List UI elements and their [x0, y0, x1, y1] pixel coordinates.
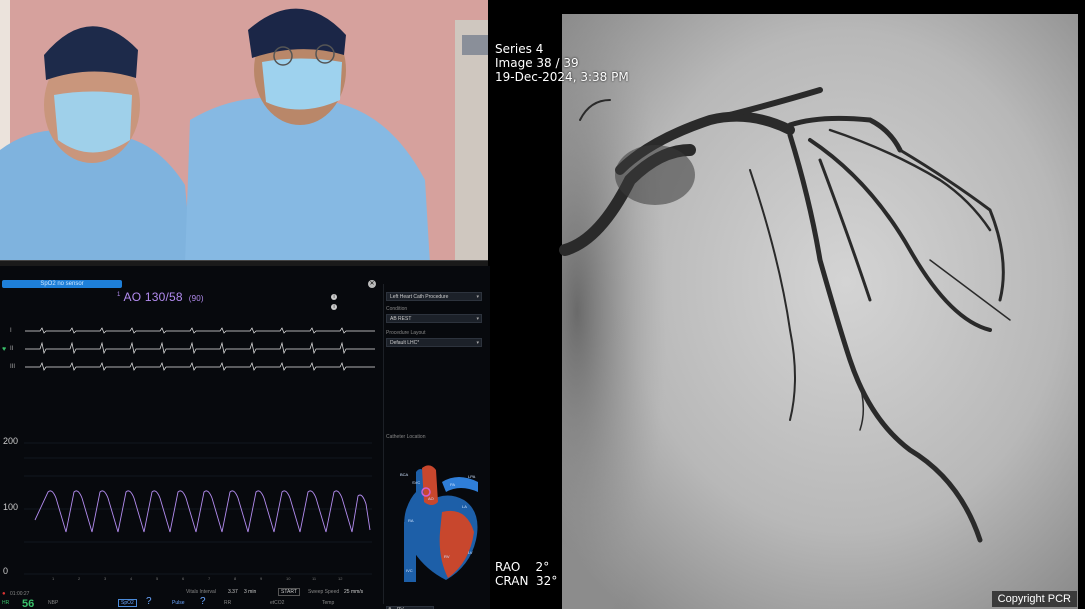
info-icon[interactable]: i [331, 294, 337, 300]
bp-value: AO 130/58 [123, 290, 183, 304]
procedure-layout-label: Procedure Layout [386, 330, 426, 336]
etco2-label: etCO2 [270, 600, 285, 606]
image-counter: Image 38 / 39 [495, 56, 579, 70]
ecg-traces [25, 327, 375, 371]
procedure-layout-select[interactable]: Default LHC* [386, 338, 482, 347]
pressure-scale-100: 100 [3, 502, 19, 512]
x-tick: 2 [78, 576, 81, 581]
vitals-interval-label: Vitals Interval [186, 589, 216, 595]
pressure-waveform-area: 200 100 0 1 2 3 4 5 6 7 8 9 10 11 12 [0, 434, 380, 584]
lead-label-i: I [10, 328, 12, 334]
record-icon[interactable]: ● [2, 591, 6, 597]
heart-label-ivc: IVC [406, 568, 413, 573]
aortic-pressure-trace [34, 490, 371, 533]
heart-label-svc: SVC [412, 480, 420, 485]
copyright-badge: Copyright PCR [991, 591, 1077, 607]
x-tick: 4 [130, 576, 133, 581]
condition-label: Condition [386, 306, 408, 312]
sweep-speed-label: Sweep Speed [308, 589, 340, 595]
x-tick: 8 [234, 576, 237, 581]
lead-label-iii: III [10, 364, 16, 370]
close-icon[interactable]: ✕ [368, 280, 376, 288]
angiogram-viewer: Series 4 Image 38 / 39 19-Dec-2024, 3:38… [490, 0, 1085, 609]
x-tick: 5 [156, 576, 159, 581]
heart-anatomy-diagram[interactable]: BCA SVC AO PA LPA LA RA LV RV IVC [386, 462, 488, 588]
heart-label-bca: BCA [400, 472, 409, 477]
spo2-label[interactable]: SpO2 [118, 599, 137, 607]
cran-angle: CRAN 32° [495, 574, 558, 588]
condition-select[interactable]: AB REST [386, 314, 482, 323]
elapsed-time: 01:00:27 [10, 591, 30, 597]
x-tick: 11 [312, 576, 317, 581]
catheter-location-label: Catheter Location [386, 434, 426, 440]
heart-label-rv: RV [444, 554, 450, 559]
x-tick: 9 [260, 576, 263, 581]
spo2-status-bar[interactable]: SpO2 no sensor [2, 280, 122, 288]
procedure-select[interactable]: Left Heart Cath Procedure [386, 292, 482, 301]
aortic-pressure-readout: 1 AO 130/58 (90) [117, 290, 204, 304]
x-tick: 3 [104, 576, 107, 581]
series-label: Series 4 [495, 42, 544, 56]
rr-label: RR [224, 600, 232, 606]
lead-label-ii: II [10, 346, 14, 352]
hr-label: HR [2, 600, 10, 606]
acquisition-date: 19-Dec-2024, 3:38 PM [495, 70, 629, 84]
sweep-speed-select[interactable]: 25 mm/s [344, 589, 363, 595]
nbp-label: NBP [48, 600, 59, 606]
pressure-trace-svg [24, 442, 372, 575]
operators-video-image [0, 0, 488, 264]
pulse-value: ? [200, 596, 206, 607]
heart-label-lpa: LPA [468, 474, 476, 479]
heart-label-ao: AO [428, 496, 434, 501]
ecg-trace-i [25, 327, 375, 334]
coronary-angiogram-image [559, 14, 1078, 609]
rao-angle: RAO 2° [495, 560, 550, 574]
ecg-waveform-area: I ♥ II III [0, 318, 380, 378]
ecg-trace-iii [25, 362, 375, 371]
heart-label-ra: RA [408, 518, 414, 523]
ecg-trace-ii [25, 341, 375, 355]
info-icon[interactable]: i [331, 304, 337, 310]
pressure-scale-200: 200 [3, 436, 19, 446]
pulse-label: Pulse [172, 600, 185, 606]
x-tick: 7 [208, 576, 211, 581]
pressure-scale-0: 0 [3, 566, 9, 576]
heart-icon: ♥ [2, 346, 7, 353]
temp-label: Temp [322, 600, 335, 606]
procedure-controls-panel: Left Heart Cath Procedure Condition AB R… [383, 284, 488, 609]
heart-label-pa: PA [450, 482, 455, 487]
x-tick: 6 [182, 576, 185, 581]
hemodynamic-monitor: SpO2 no sensor 1 AO 130/58 (90) ✕ i i I ♥ … [0, 266, 490, 609]
x-tick: 12 [338, 576, 343, 581]
procedure-video-feed [0, 0, 488, 264]
vitals-interval-value: 3.37 [228, 589, 238, 595]
bp-mean: (90) [188, 294, 204, 303]
start-button[interactable]: START [278, 588, 300, 596]
heart-label-lv: LV [468, 550, 473, 555]
bp-channel-number: 1 [117, 292, 121, 298]
x-axis-ticks: 1 2 3 4 5 6 7 8 9 10 11 12 [24, 576, 374, 584]
spo2-value: ? [146, 596, 152, 607]
vitals-interval-select[interactable]: 3 min [244, 589, 256, 595]
x-tick: 10 [286, 576, 291, 581]
x-tick: 1 [52, 576, 55, 581]
heart-label-la: LA [462, 504, 467, 509]
hr-value: 56 [22, 598, 35, 609]
